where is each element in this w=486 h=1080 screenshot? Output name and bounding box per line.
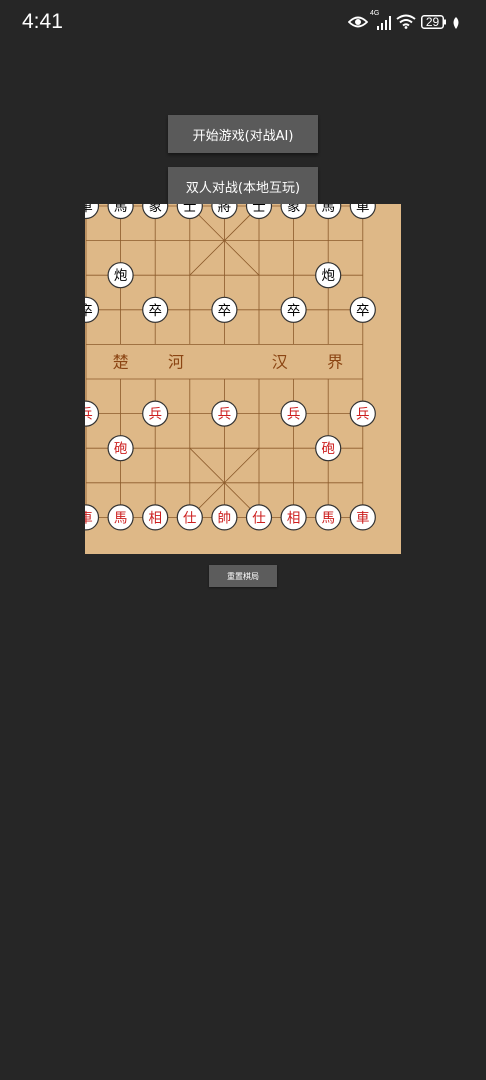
wifi-icon [396, 14, 416, 33]
black-piece[interactable]: 將 [211, 204, 238, 220]
piece-label: 卒 [356, 303, 370, 319]
piece-label: 士 [252, 204, 266, 215]
black-piece[interactable]: 卒 [142, 296, 169, 323]
piece-label: 帥 [218, 510, 232, 526]
two-player-game-button[interactable]: 双人对战(本地互玩) [168, 167, 318, 205]
river-label: 河 [168, 353, 184, 372]
piece-label: 仕 [183, 510, 197, 526]
red-piece[interactable]: 兵 [142, 400, 169, 427]
river-labels: 楚河汉界 [113, 353, 344, 372]
black-piece[interactable]: 士 [245, 204, 273, 220]
red-piece[interactable]: 馬 [315, 504, 342, 531]
black-piece[interactable]: 卒 [85, 296, 100, 323]
signal-icon [377, 15, 391, 34]
river-label: 界 [327, 353, 343, 372]
piece-label: 卒 [148, 303, 162, 319]
black-piece[interactable]: 卒 [211, 296, 238, 323]
eye-icon [347, 14, 369, 33]
reset-board-button[interactable]: 重置棋局 [209, 565, 277, 587]
red-piece[interactable]: 兵 [85, 400, 100, 427]
piece-label: 車 [356, 510, 370, 526]
board-canvas[interactable]: 楚河汉界 車馬象士將士象馬車炮 炮卒卒卒卒卒兵兵兵兵兵砲 砲車馬相仕帥仕相馬車 [85, 204, 401, 554]
black-piece[interactable]: 象 [280, 204, 307, 220]
piece-label: 將 [218, 204, 232, 215]
piece-label: 兵 [356, 407, 370, 423]
status-time: 4:41 [22, 10, 63, 33]
battery-icon: 29 [421, 15, 447, 29]
black-piece[interactable]: 象 [142, 204, 169, 220]
river-label: 楚 [113, 353, 129, 372]
red-piece[interactable]: 砲 [315, 435, 342, 462]
black-piece[interactable]: 馬 [107, 204, 134, 220]
piece-label: 馬 [114, 204, 128, 215]
black-piece[interactable]: 馬 [315, 204, 342, 220]
piece-label: 兵 [85, 407, 93, 423]
xiangqi-board[interactable]: 楚河汉界 車馬象士將士象馬車炮炮卒卒卒卒卒兵兵兵兵兵砲砲車馬相仕帥仕相馬車 [85, 204, 401, 554]
red-piece[interactable]: 帥 [211, 504, 238, 531]
status-bar: 4:41 4G 29 [0, 0, 486, 44]
red-piece[interactable]: 砲 [107, 435, 134, 462]
red-piece[interactable]: 兵 [211, 400, 238, 427]
piece-label: 仕 [252, 510, 266, 526]
red-piece[interactable]: 車 [85, 504, 100, 531]
piece-label: 兵 [148, 407, 162, 423]
black-piece[interactable]: 車 [349, 204, 376, 220]
red-piece[interactable]: 仕 [245, 504, 273, 531]
piece-label: 象 [287, 204, 301, 215]
red-piece[interactable]: 馬 [107, 504, 134, 531]
piece-label: 相 [148, 510, 162, 526]
start-ai-game-button[interactable]: 开始游戏(对战AI) [168, 115, 318, 153]
black-piece[interactable]: 卒 [349, 296, 376, 323]
battery-level: 29 [425, 15, 440, 29]
piece-label: 炮 [321, 268, 335, 284]
piece-label: 馬 [321, 204, 335, 215]
piece-label: 象 [148, 204, 162, 215]
piece-label: 車 [85, 204, 93, 215]
piece-label: 馬 [321, 510, 335, 526]
piece-label: 炮 [114, 268, 128, 284]
piece-label: 兵 [218, 407, 232, 423]
leaf-icon [451, 15, 461, 34]
piece-label: 卒 [218, 303, 232, 319]
piece-label: 砲 [114, 441, 128, 457]
piece-label: 士 [183, 204, 197, 215]
black-piece[interactable]: 車 [85, 204, 100, 220]
piece-label: 車 [85, 510, 93, 526]
red-piece[interactable]: 相 [280, 504, 307, 531]
black-piece[interactable]: 炮 [315, 262, 342, 289]
piece-label: 車 [356, 204, 370, 215]
river-label: 汉 [272, 353, 288, 372]
piece-label: 相 [287, 510, 301, 526]
status-icons: 4G 29 [347, 10, 468, 34]
black-piece[interactable]: 炮 [107, 262, 134, 289]
red-piece[interactable]: 車 [349, 504, 376, 531]
piece-label: 馬 [114, 510, 128, 526]
red-piece[interactable]: 兵 [349, 400, 376, 427]
red-piece[interactable]: 仕 [176, 504, 203, 531]
red-piece[interactable]: 相 [142, 504, 169, 531]
black-piece[interactable]: 士 [176, 204, 203, 220]
black-piece[interactable]: 卒 [280, 296, 307, 323]
piece-label: 砲 [321, 441, 335, 457]
piece-label: 卒 [287, 303, 301, 319]
piece-label: 卒 [85, 303, 93, 319]
red-piece[interactable]: 兵 [280, 400, 307, 427]
piece-label: 兵 [287, 407, 301, 423]
